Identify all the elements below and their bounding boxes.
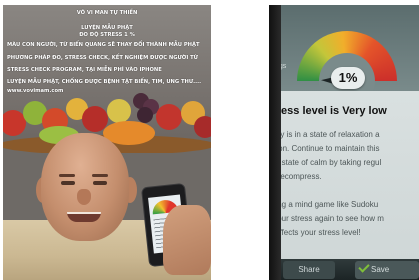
save-button[interactable]: Save (355, 261, 419, 279)
smile (67, 212, 101, 222)
tip-line: k your stress again to see how m (269, 214, 384, 223)
stress-level-heading: stress level is Very low (269, 105, 387, 117)
person-head (41, 133, 129, 241)
description-line: mic state of calm by taking regul (269, 158, 382, 167)
overlay-line-4: LUYỆN MẪU PHẬT, CHỐNG ĐƯỢC BỆNH TẬT BIẾN… (7, 79, 202, 85)
save-button-label: Save (371, 265, 390, 274)
overlay-line-3: STRESS CHECK PROGRAM, TẠI MIỄN PHÍ VÀO I… (7, 67, 162, 73)
left-eyebrow (59, 174, 75, 177)
overlay-subtitle-1: LUYỆN MẪU PHẬT (81, 25, 133, 31)
overlay-line-1: MÀU CON NGƯỜI, TỪ BIỂN QUANG SẼ THAY ĐỔI… (7, 42, 200, 48)
stress-percent-badge: 1% (331, 67, 365, 89)
tip-line: ly affects your stress level! (269, 228, 361, 237)
overlay-subtitle-2: ĐO ĐỘ STRESS 1 % (79, 32, 135, 38)
overlay-line-2: PHƯƠNG PHÁP ĐO, STRESS CHECK, KẾT NGHIỆM… (7, 55, 198, 61)
share-button[interactable]: Share (283, 261, 335, 279)
overlay-title: VÕ VI MAN TỰ THIỀN (76, 10, 138, 16)
right-eye (93, 181, 107, 185)
description-line: ration. Continue to maintain this (269, 144, 380, 153)
left-photo-panel: VÕ VI MAN TỰ THIỀN LUYỆN MẪU PHẬT ĐO ĐỘ … (3, 5, 211, 280)
nose (77, 189, 91, 205)
description-line: to decompress. (269, 172, 322, 181)
right-photo-panel: ngs 1% stress level is Very low body is … (269, 5, 419, 280)
tip-line: aying a mind game like Sudoku (269, 200, 379, 209)
right-eyebrow (92, 174, 108, 177)
phone-bezel (269, 5, 281, 280)
overlay-website: www.vovimam.com (7, 88, 64, 94)
checkmark-icon (358, 261, 370, 273)
left-eye (61, 181, 75, 185)
screenshot-stage: VÕ VI MAN TỰ THIỀN LUYỆN MẪU PHẬT ĐO ĐỘ … (0, 0, 419, 280)
description-line: body is in a state of relaxation a (269, 130, 380, 139)
hand (163, 205, 211, 275)
